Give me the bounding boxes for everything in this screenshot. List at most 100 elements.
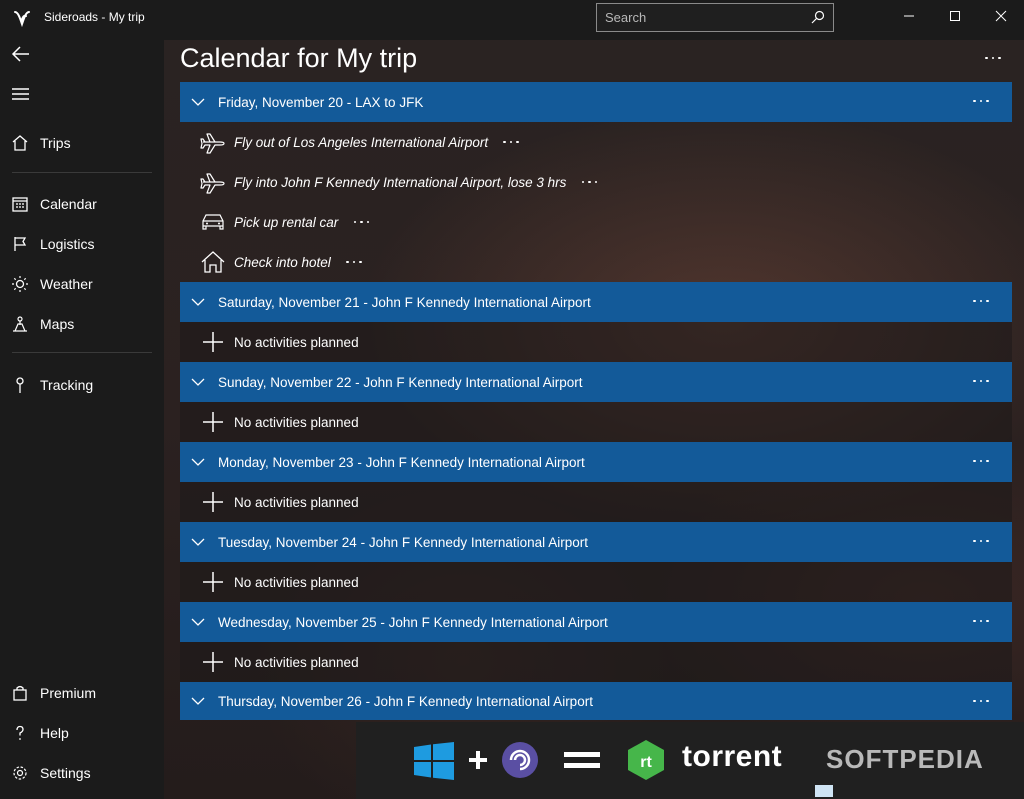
day-more-options-button[interactable]: [970, 452, 992, 470]
day-header-label: Friday, November 20 - LAX to JFK: [218, 94, 424, 110]
day-header[interactable]: Saturday, November 21 - John F Kennedy I…: [180, 282, 1012, 322]
plus-icon[interactable]: [200, 649, 226, 675]
more-dots-icon: [970, 452, 992, 470]
no-activities-label: No activities planned: [234, 574, 359, 590]
day-more-options-button[interactable]: [970, 292, 992, 310]
no-activities-label: No activities planned: [234, 494, 359, 510]
nav-label: Help: [40, 725, 69, 741]
nav-item-weather[interactable]: Weather: [0, 266, 164, 302]
nav-label: Tracking: [40, 377, 94, 393]
utorrent-logo-icon: rt: [628, 740, 664, 780]
ad-choices-icon[interactable]: [815, 785, 833, 797]
day-more-options-button[interactable]: [970, 612, 992, 630]
nav-item-tracking[interactable]: Tracking: [0, 367, 164, 403]
day-more-options-button[interactable]: [970, 92, 992, 110]
chevron-down-icon[interactable]: [191, 95, 205, 109]
maximize-icon: [950, 11, 960, 21]
nav-label: Weather: [40, 276, 93, 292]
banner-brand-text: torrent: [682, 740, 783, 773]
flag-icon: [10, 234, 30, 254]
search-box[interactable]: [596, 3, 834, 32]
activity-more-options-button[interactable]: [350, 214, 372, 230]
nav-label: Maps: [40, 316, 75, 332]
close-button[interactable]: [978, 0, 1024, 32]
day-header[interactable]: Monday, November 23 - John F Kennedy Int…: [180, 442, 1012, 482]
page-title: Calendar for My trip: [180, 43, 418, 73]
activity-label: Pick up rental car: [234, 214, 339, 230]
windows-logo-icon: [414, 742, 454, 780]
gear-icon: [10, 763, 30, 783]
page-more-options-button[interactable]: [980, 48, 1006, 68]
close-icon: [995, 10, 1007, 22]
softpedia-watermark: SOFTPEDIA: [826, 744, 984, 774]
nav-item-trips[interactable]: Trips: [0, 125, 164, 161]
nav-item-settings[interactable]: Settings: [0, 755, 164, 791]
nav-item-logistics[interactable]: Logistics: [0, 226, 164, 262]
day-header[interactable]: Sunday, November 22 - John F Kennedy Int…: [180, 362, 1012, 402]
activity-item[interactable]: Fly out of Los Angeles International Air…: [180, 122, 1012, 162]
more-dots-icon: [970, 692, 992, 710]
chevron-down-icon[interactable]: [191, 615, 205, 629]
plus-icon[interactable]: [200, 329, 226, 355]
day-more-options-button[interactable]: [970, 692, 992, 710]
hamburger-menu-icon[interactable]: [10, 83, 32, 105]
equals-icon: [564, 752, 600, 768]
app-title: Sideroads - My trip: [44, 10, 145, 24]
plus-icon: [469, 751, 487, 769]
more-dots-icon: [980, 48, 1006, 68]
add-activity-row[interactable]: No activities planned: [180, 322, 1012, 362]
add-activity-row[interactable]: No activities planned: [180, 642, 1012, 682]
search-input[interactable]: [605, 10, 795, 25]
activity-item[interactable]: Fly into John F Kennedy International Ai…: [180, 162, 1012, 202]
nav-item-premium[interactable]: Premium: [0, 675, 164, 711]
plus-icon[interactable]: [200, 409, 226, 435]
search-icon[interactable]: [811, 10, 825, 24]
maximize-button[interactable]: [932, 0, 978, 32]
car-icon: [200, 209, 226, 235]
chevron-down-icon[interactable]: [191, 455, 205, 469]
activity-more-options-button[interactable]: [500, 134, 522, 150]
day-header-label: Thursday, November 26 - John F Kennedy I…: [218, 693, 593, 709]
nav-label: Calendar: [40, 196, 97, 212]
chevron-down-icon[interactable]: [191, 375, 205, 389]
minimize-icon: [904, 15, 914, 17]
activity-more-options-button[interactable]: [578, 174, 600, 190]
add-activity-row[interactable]: No activities planned: [180, 482, 1012, 522]
day-header[interactable]: Thursday, November 26 - John F Kennedy I…: [180, 682, 1012, 720]
nav-label: Logistics: [40, 236, 95, 252]
more-dots-icon: [578, 174, 600, 190]
add-activity-row[interactable]: No activities planned: [180, 402, 1012, 442]
back-arrow-icon[interactable]: [10, 43, 32, 65]
minimize-button[interactable]: [886, 0, 932, 32]
plus-icon[interactable]: [200, 569, 226, 595]
chevron-down-icon[interactable]: [191, 694, 205, 708]
add-activity-row[interactable]: No activities planned: [180, 562, 1012, 602]
plus-icon[interactable]: [200, 489, 226, 515]
activity-item[interactable]: Check into hotel: [180, 242, 1012, 282]
nav-label: Premium: [40, 685, 97, 701]
nav-item-calendar[interactable]: Calendar: [0, 186, 164, 222]
no-activities-label: No activities planned: [234, 654, 359, 670]
day-more-options-button[interactable]: [970, 372, 992, 390]
more-dots-icon: [970, 612, 992, 630]
activity-more-options-button[interactable]: [343, 254, 365, 270]
bag-icon: [10, 683, 30, 703]
activity-item[interactable]: Pick up rental car: [180, 202, 1012, 242]
chevron-down-icon[interactable]: [191, 295, 205, 309]
sidebar: Sideroads - My trip Trips Calendar Logis…: [0, 0, 164, 799]
chevron-down-icon[interactable]: [191, 535, 205, 549]
day-header[interactable]: Friday, November 20 - LAX to JFK: [180, 82, 1012, 122]
nav-label: Trips: [40, 135, 71, 151]
day-header[interactable]: Wednesday, November 25 - John F Kennedy …: [180, 602, 1012, 642]
day-more-options-button[interactable]: [970, 532, 992, 550]
nav-item-maps[interactable]: Maps: [0, 306, 164, 342]
more-dots-icon: [500, 134, 522, 150]
location-pin-icon: [10, 375, 30, 395]
more-dots-icon: [970, 532, 992, 550]
nav-item-help[interactable]: Help: [0, 715, 164, 751]
day-header[interactable]: Tuesday, November 24 - John F Kennedy In…: [180, 522, 1012, 562]
question-icon: [10, 723, 30, 743]
more-dots-icon: [970, 92, 992, 110]
app-logo-icon: [14, 11, 30, 28]
activity-label: Fly into John F Kennedy International Ai…: [234, 174, 567, 190]
